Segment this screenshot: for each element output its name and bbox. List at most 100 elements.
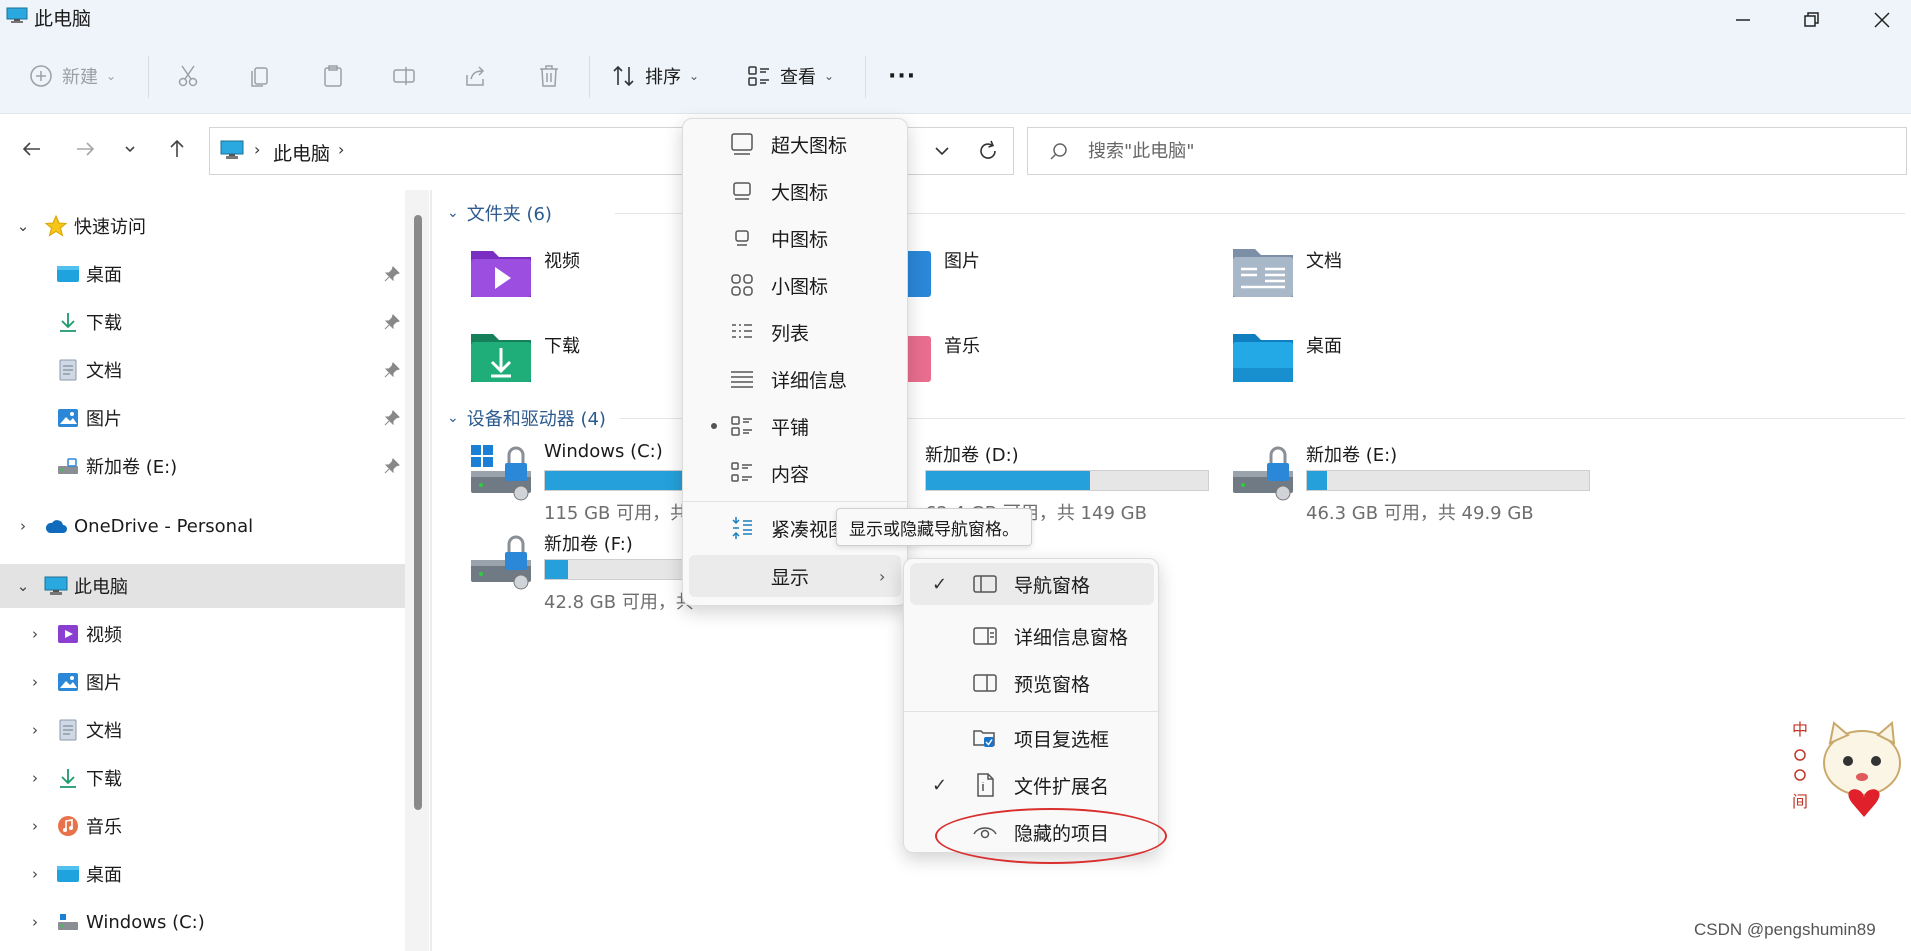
chevron-right-icon: › bbox=[32, 865, 38, 883]
title-bar: 此电脑 bbox=[0, 0, 1911, 36]
drives-header-label: 设备和驱动器 (4) bbox=[466, 409, 606, 430]
up-button[interactable] bbox=[160, 132, 194, 166]
search-input[interactable] bbox=[1088, 136, 1788, 166]
drives-group-header[interactable]: ⌄ 设备和驱动器 (4) bbox=[447, 405, 606, 431]
recent-locations-button[interactable] bbox=[113, 132, 147, 166]
cut-button[interactable] bbox=[175, 56, 201, 96]
menu-item-details-pane[interactable]: 详细信息窗格 bbox=[910, 615, 1154, 657]
sidebar-scrollbar-thumb[interactable] bbox=[414, 215, 422, 810]
pane-divider bbox=[430, 190, 432, 951]
sidebar-item-desktop[interactable]: 桌面 bbox=[0, 252, 405, 296]
more-options-button[interactable]: ··· bbox=[888, 56, 916, 96]
search-box[interactable] bbox=[1027, 127, 1907, 175]
new-button[interactable]: 新建 ⌄ bbox=[28, 56, 116, 96]
menu-item-tiles[interactable]: 平铺 bbox=[689, 405, 901, 447]
selected-indicator-icon bbox=[711, 423, 717, 429]
toolbar-divider bbox=[589, 56, 590, 98]
arrow-right-icon bbox=[77, 142, 95, 156]
menu-item-large-icons[interactable]: 大图标 bbox=[689, 170, 901, 212]
folder-name: 桌面 bbox=[1306, 336, 1342, 357]
sidebar-item-this-pc[interactable]: ⌄ 此电脑 bbox=[0, 564, 405, 608]
menu-item-label: 预览窗格 bbox=[1014, 673, 1091, 696]
folders-group-header[interactable]: ⌄ 文件夹 (6) bbox=[447, 200, 552, 226]
refresh-icon bbox=[980, 140, 996, 159]
menu-item-label: 列表 bbox=[771, 322, 810, 345]
pin-icon bbox=[384, 410, 400, 426]
address-dropdown-button[interactable] bbox=[925, 130, 959, 172]
sidebar-item-quick-access[interactable]: ⌄ 快速访问 bbox=[0, 204, 405, 248]
menu-item-preview-pane[interactable]: 预览窗格 bbox=[910, 662, 1154, 704]
search-icon bbox=[1050, 143, 1067, 160]
minimize-icon bbox=[1736, 19, 1750, 21]
sidebar-item-label: 下载 bbox=[86, 313, 122, 334]
forward-button[interactable] bbox=[68, 132, 102, 166]
chevron-right-icon: › bbox=[32, 673, 38, 691]
sidebar-item-downloads[interactable]: 下载 bbox=[0, 300, 405, 344]
drive-tile-e[interactable]: 新加卷 (E:) 46.3 GB 可用，共 49.9 GB bbox=[1231, 441, 1631, 531]
document-folder-icon bbox=[1233, 249, 1293, 297]
close-icon bbox=[1874, 12, 1890, 28]
minimize-button[interactable] bbox=[1713, 0, 1773, 40]
tooltip: 显示或隐藏导航窗格。 bbox=[836, 508, 1032, 546]
window-title: 此电脑 bbox=[34, 8, 92, 30]
breadcrumb[interactable]: 此电脑 bbox=[273, 139, 330, 166]
drive-name: 新加卷 (E:) bbox=[1306, 445, 1398, 466]
menu-item-navigation-pane[interactable]: ✓ 导航窗格 bbox=[910, 563, 1154, 605]
paste-button[interactable] bbox=[320, 56, 346, 96]
sidebar-item-label: 此电脑 bbox=[74, 577, 128, 598]
refresh-button[interactable] bbox=[968, 130, 1008, 172]
menu-item-details[interactable]: 详细信息 bbox=[689, 358, 901, 400]
menu-item-small-icons[interactable]: 小图标 bbox=[689, 264, 901, 306]
menu-item-label: 平铺 bbox=[771, 416, 810, 439]
compact-view-icon bbox=[732, 517, 752, 539]
sort-button[interactable]: 排序 ⌄ bbox=[611, 56, 699, 96]
sidebar-item-documents[interactable]: 文档 bbox=[0, 348, 405, 392]
menu-item-label: 导航窗格 bbox=[1014, 574, 1091, 597]
locked-drive-icon bbox=[471, 535, 531, 590]
sidebar-item-documents-pc[interactable]: › 文档 bbox=[0, 708, 405, 752]
menu-item-file-extensions[interactable]: ✓ 文件扩展名 bbox=[910, 764, 1154, 806]
delete-button[interactable] bbox=[536, 56, 562, 96]
menu-item-list[interactable]: 列表 bbox=[689, 311, 901, 353]
sidebar-item-label: 图片 bbox=[86, 673, 122, 694]
menu-item-show[interactable]: 显示 › bbox=[689, 555, 901, 597]
folder-name: 文档 bbox=[1306, 251, 1342, 272]
drive-usage-fill bbox=[545, 560, 568, 579]
cat-mascot-sticker-icon: 中 间 bbox=[1792, 720, 1901, 817]
navigation-pane-icon bbox=[973, 575, 997, 593]
menu-item-item-checkboxes[interactable]: 项目复选框 bbox=[910, 717, 1154, 759]
arrow-left-icon bbox=[22, 142, 40, 156]
drive-icon bbox=[58, 914, 78, 930]
menu-item-medium-icons[interactable]: 中图标 bbox=[689, 217, 901, 259]
view-button[interactable]: 查看 ⌄ bbox=[746, 56, 834, 96]
sidebar-item-videos[interactable]: › 视频 bbox=[0, 612, 405, 656]
menu-item-label: 超大图标 bbox=[771, 134, 848, 157]
list-view-icon bbox=[732, 324, 752, 338]
sidebar-item-pictures-pc[interactable]: › 图片 bbox=[0, 660, 405, 704]
folder-name: 视频 bbox=[544, 251, 580, 272]
drive-space-info: 115 GB 可用，共 bbox=[544, 503, 689, 524]
menu-item-content[interactable]: 内容 bbox=[689, 452, 901, 494]
back-button[interactable] bbox=[15, 132, 49, 166]
download-icon bbox=[60, 313, 76, 332]
copy-button[interactable] bbox=[247, 56, 273, 96]
rename-button[interactable] bbox=[391, 56, 417, 96]
sidebar-item-music[interactable]: › 音乐 bbox=[0, 804, 405, 848]
sidebar-item-desktop-pc[interactable]: › 桌面 bbox=[0, 852, 405, 896]
drive-space-info: 46.3 GB 可用，共 49.9 GB bbox=[1306, 503, 1534, 524]
menu-item-label: 文件扩展名 bbox=[1014, 775, 1110, 798]
share-button[interactable] bbox=[463, 56, 489, 96]
menu-item-extra-large-icons[interactable]: 超大图标 bbox=[689, 123, 901, 165]
sidebar-item-drive-e[interactable]: 新加卷 (E:) bbox=[0, 444, 405, 488]
sidebar-item-pictures[interactable]: 图片 bbox=[0, 396, 405, 440]
close-button[interactable] bbox=[1852, 0, 1911, 40]
pin-icon bbox=[384, 314, 400, 330]
drive-icon bbox=[58, 458, 78, 474]
maximize-button[interactable] bbox=[1782, 0, 1842, 40]
sidebar-item-drive-c[interactable]: › Windows (C:) bbox=[0, 900, 405, 944]
sidebar-item-onedrive[interactable]: › OneDrive - Personal bbox=[0, 504, 405, 548]
watermark: CSDN @pengshumin89 bbox=[1694, 920, 1876, 939]
chevron-down-icon bbox=[935, 147, 949, 156]
sidebar-item-label: 桌面 bbox=[86, 265, 122, 286]
sidebar-item-downloads-pc[interactable]: › 下载 bbox=[0, 756, 405, 800]
